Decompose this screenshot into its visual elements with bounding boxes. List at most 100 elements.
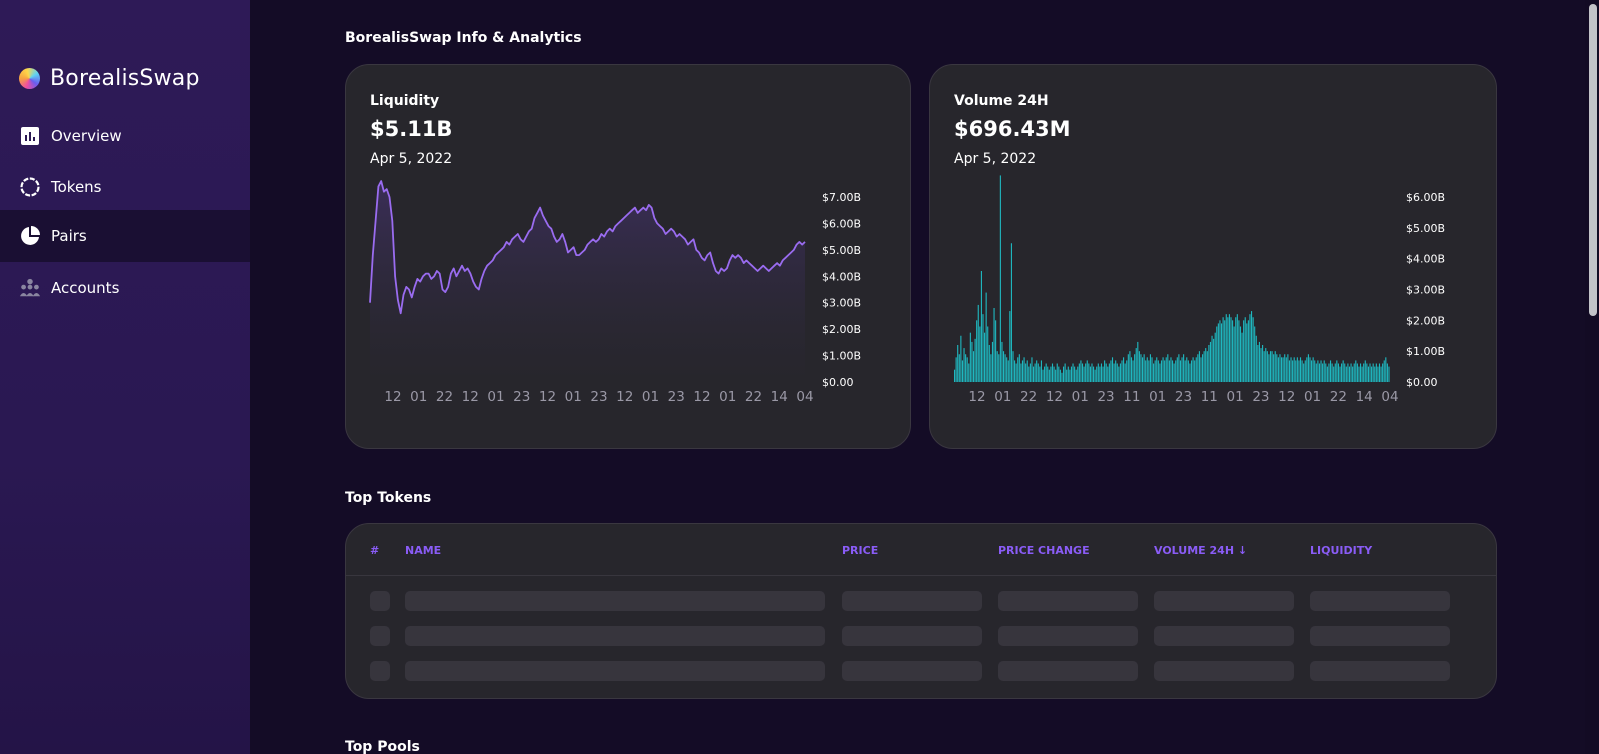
x-tick-label: 01 (487, 389, 504, 405)
volume-bar (1067, 366, 1069, 382)
volume-bar (1353, 363, 1355, 382)
nav-item-pairs[interactable]: Pairs (0, 210, 250, 262)
volume-bar (1026, 360, 1028, 382)
volume-bar (1266, 351, 1268, 382)
volume-bar (1262, 345, 1264, 382)
volume-bar (1072, 363, 1074, 382)
volume-bar (1260, 348, 1262, 382)
loading-skeleton (370, 626, 390, 646)
col-header-price-change[interactable]: PRICE CHANGE (998, 544, 1090, 557)
volume-bar (969, 332, 971, 382)
nav-item-overview[interactable]: Overview (0, 110, 250, 162)
volume-bar (1375, 363, 1377, 382)
volume-bar (1219, 320, 1221, 382)
volume-bar (1091, 363, 1093, 382)
volume-bar (1058, 366, 1060, 382)
volume-bar (1192, 357, 1194, 382)
x-tick-label: 01 (642, 389, 659, 405)
volume-bar (1149, 354, 1151, 382)
volume-bar (1115, 360, 1117, 382)
volume-bar (1217, 323, 1219, 382)
volume-bar (1001, 341, 1003, 382)
loading-skeleton (1154, 591, 1294, 611)
volume-bar (1165, 357, 1167, 382)
x-tick-label: 22 (745, 389, 762, 405)
volume-bar (1361, 366, 1363, 382)
volume-bar (1301, 360, 1303, 382)
volume-bar (1383, 360, 1385, 382)
volume-bar (1230, 317, 1232, 382)
volume-bar (1205, 348, 1207, 382)
volume-bar (991, 341, 994, 382)
volume-bar (1063, 366, 1065, 382)
page-scrollbar[interactable] (1585, 0, 1599, 754)
volume-bar (1048, 369, 1050, 382)
volume-bar (1246, 323, 1248, 382)
nav-item-label: Overview (51, 127, 122, 145)
volume-bar (1053, 366, 1055, 382)
volume-bar (1118, 366, 1120, 382)
col-header-name[interactable]: NAME (405, 544, 441, 557)
col-header-liquidity[interactable]: LIQUIDITY (1310, 544, 1372, 557)
volume-bar (1257, 345, 1259, 382)
volume-bar (1268, 354, 1270, 382)
volume-bar (1208, 345, 1210, 382)
x-tick-label: 01 (1072, 389, 1089, 405)
volume-bar (965, 354, 967, 382)
liquidity-chart[interactable]: $0.00 $1.00B $2.00B $3.00B $4.00B $5.00B $6.00… (346, 65, 912, 450)
volume-bar (1222, 317, 1224, 382)
volume-bar (1372, 363, 1374, 382)
y-tick-label: $5.00B (822, 244, 861, 257)
volume-bar (1284, 354, 1286, 382)
loading-skeleton (1310, 626, 1450, 646)
volume-bar (1290, 357, 1292, 382)
token-ring-icon (19, 176, 41, 198)
y-tick-label: $4.00B (822, 270, 861, 283)
volume-bar (1239, 326, 1242, 382)
x-tick-label: 23 (513, 389, 530, 405)
x-tick-label: 23 (590, 389, 607, 405)
nav-item-label: Pairs (51, 227, 87, 245)
volume-bar (1116, 363, 1118, 382)
volume-bar (1081, 363, 1084, 382)
volume-bar (1254, 326, 1256, 382)
volume-bar (1137, 341, 1139, 382)
x-tick-label: 01 (565, 389, 582, 405)
nav-item-tokens[interactable]: Tokens (0, 161, 250, 213)
volume-bar (1039, 366, 1041, 382)
volume-bar (966, 357, 968, 382)
col-header-volume[interactable]: VOLUME 24H ↓ (1154, 544, 1247, 557)
loading-skeleton (842, 626, 982, 646)
volume-bar (1077, 366, 1079, 382)
volume-bar (1211, 335, 1213, 382)
volume-bar (1282, 357, 1284, 382)
bar-chart-icon (19, 125, 41, 147)
col-header-rank[interactable]: # (370, 544, 379, 557)
volume-bar (974, 338, 976, 382)
volume-bar (1055, 369, 1057, 382)
x-tick-label: 12 (384, 389, 401, 405)
sidebar: BorealisSwap Overview Tokens Pairs Accou… (0, 0, 250, 754)
volume-bar (1337, 363, 1339, 382)
volume-bar (1203, 351, 1205, 382)
x-tick-label: 01 (719, 389, 736, 405)
x-tick-label: 14 (1356, 389, 1373, 405)
volume-chart[interactable]: $0.00 $1.00B $2.00B $3.00B $4.00B $5.00B $6.00… (930, 65, 1498, 450)
volume-bar (1083, 366, 1085, 382)
volume-bar (1241, 332, 1243, 382)
volume-bar (955, 357, 957, 382)
volume-bar (1311, 360, 1313, 382)
volume-bar (1235, 317, 1237, 382)
volume-bar (1021, 360, 1024, 382)
volume-bar (1096, 366, 1098, 382)
x-tick-label: 01 (1149, 389, 1166, 405)
volume-bar (1225, 314, 1227, 382)
col-header-price[interactable]: PRICE (842, 544, 878, 557)
volume-bar (1227, 317, 1229, 382)
volume-bar (1154, 360, 1156, 382)
volume-bar (1232, 320, 1234, 382)
liquidity-area-fill (370, 181, 805, 382)
scrollbar-thumb[interactable] (1589, 4, 1597, 316)
nav-item-accounts[interactable]: Accounts (0, 262, 250, 314)
brand[interactable]: BorealisSwap (19, 62, 200, 94)
